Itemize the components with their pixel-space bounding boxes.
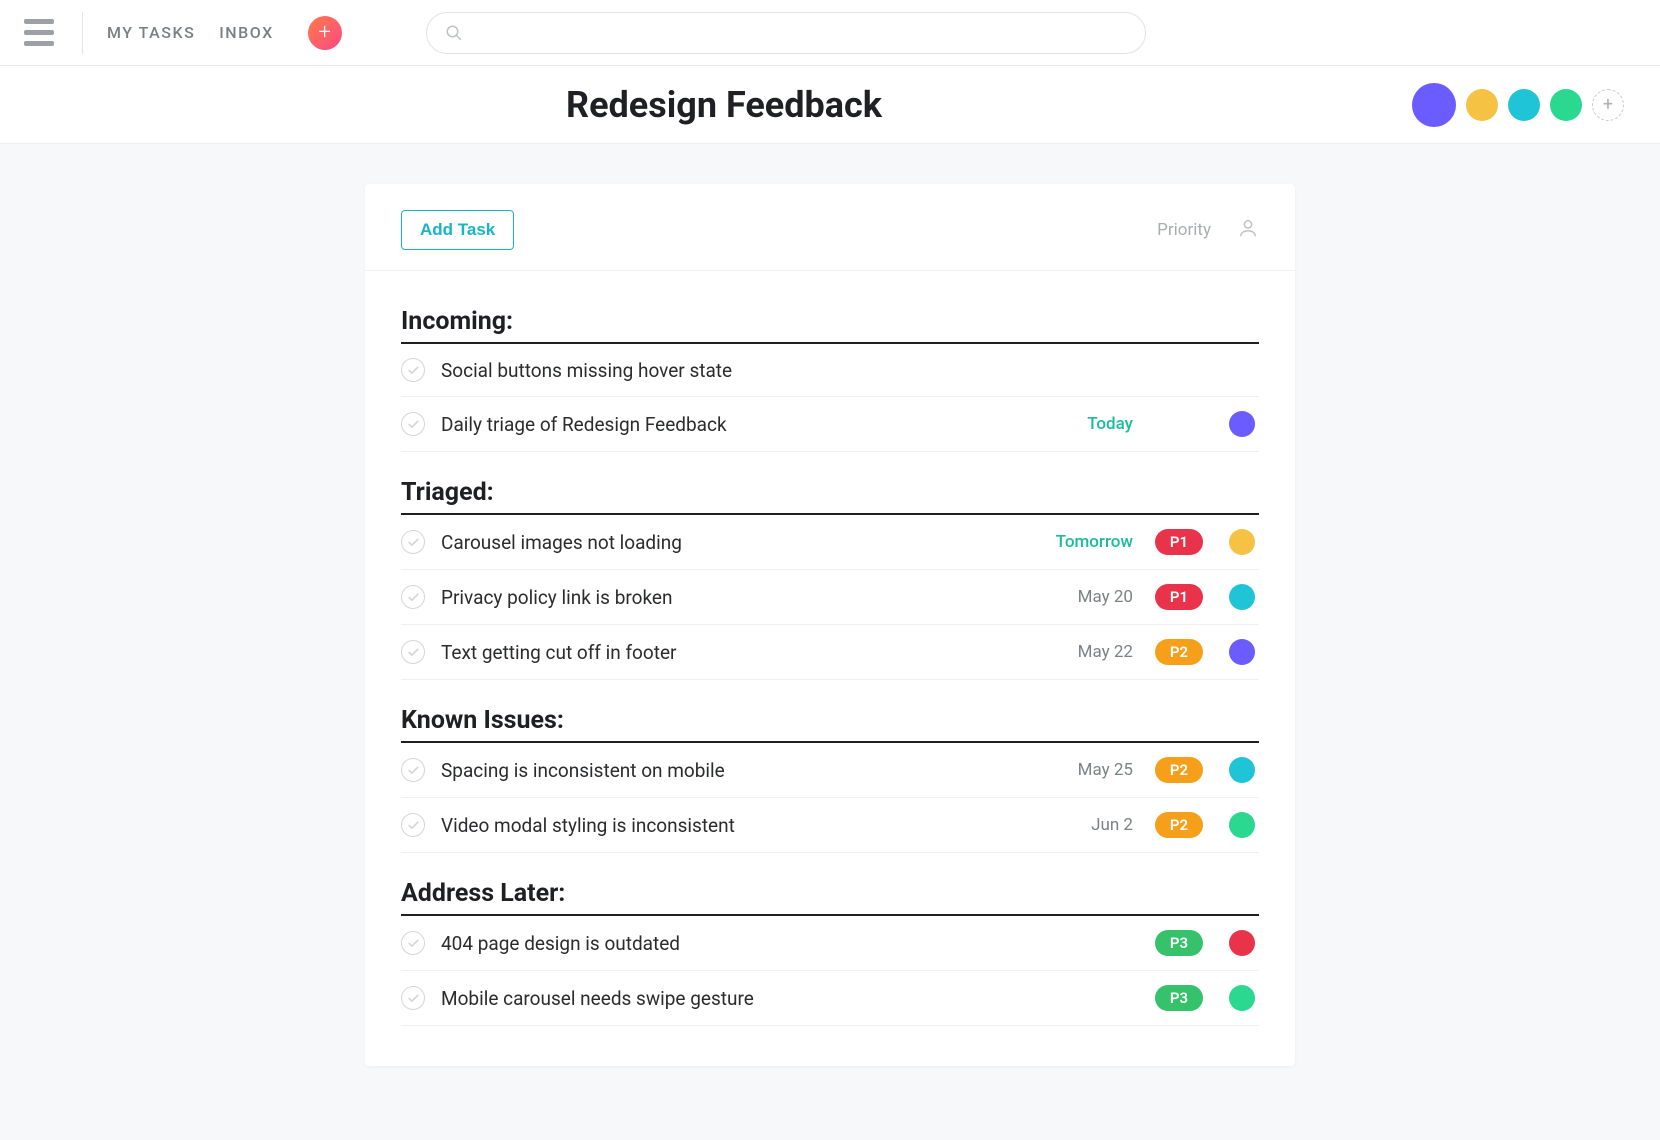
complete-checkbox[interactable]	[401, 585, 425, 609]
add-task-button[interactable]: Add Task	[401, 210, 514, 250]
complete-checkbox[interactable]	[401, 813, 425, 837]
priority-badge[interactable]: P1	[1155, 584, 1203, 610]
task-row[interactable]: Privacy policy link is broken May 20 P1	[401, 570, 1259, 625]
project-header: Redesign Feedback +	[0, 66, 1660, 144]
assignee-avatar[interactable]	[1229, 930, 1255, 956]
priority-slot: P2	[1149, 812, 1209, 838]
task-date: Tomorrow	[1023, 532, 1133, 552]
avatar[interactable]	[1466, 89, 1498, 121]
nav-inbox[interactable]: INBOX	[219, 23, 273, 42]
stage: Add Task Priority Incoming: Social button…	[0, 144, 1660, 1066]
project-members: +	[1412, 83, 1624, 127]
search-input[interactable]	[426, 12, 1146, 54]
task-title[interactable]: Text getting cut off in footer	[441, 641, 1007, 664]
assignee-avatar[interactable]	[1229, 639, 1255, 665]
search-icon	[445, 24, 463, 42]
card-toolbar: Add Task Priority	[365, 184, 1295, 271]
search-wrap	[426, 12, 1146, 54]
complete-checkbox[interactable]	[401, 758, 425, 782]
task-list-card: Add Task Priority Incoming: Social button…	[365, 184, 1295, 1066]
priority-badge[interactable]: P2	[1155, 757, 1203, 783]
task-date: May 25	[1023, 760, 1133, 780]
priority-slot: P3	[1149, 985, 1209, 1011]
task-row[interactable]: Daily triage of Redesign Feedback Today	[401, 397, 1259, 452]
divider	[82, 12, 83, 54]
priority-slot: P2	[1149, 757, 1209, 783]
toolbar-right: Priority	[1157, 217, 1259, 243]
task-date: Today	[1023, 414, 1133, 434]
complete-checkbox[interactable]	[401, 412, 425, 436]
task-title[interactable]: Spacing is inconsistent on mobile	[441, 759, 1007, 782]
add-member-button[interactable]: +	[1592, 89, 1624, 121]
task-row[interactable]: Text getting cut off in footer May 22 P2	[401, 625, 1259, 680]
task-row[interactable]: Mobile carousel needs swipe gesture P3	[401, 971, 1259, 1026]
task-row[interactable]: 404 page design is outdated P3	[401, 916, 1259, 971]
priority-badge[interactable]: P2	[1155, 639, 1203, 665]
task-title[interactable]: Privacy policy link is broken	[441, 586, 1007, 609]
task-row[interactable]: Spacing is inconsistent on mobile May 25 P…	[401, 743, 1259, 798]
task-title[interactable]: Mobile carousel needs swipe gesture	[441, 987, 1007, 1010]
sections: Incoming: Social buttons missing hover st…	[365, 271, 1295, 1066]
complete-checkbox[interactable]	[401, 530, 425, 554]
task-row[interactable]: Social buttons missing hover state	[401, 344, 1259, 397]
section-title[interactable]: Incoming:	[401, 307, 1259, 344]
priority-badge[interactable]: P3	[1155, 985, 1203, 1011]
section-title[interactable]: Known Issues:	[401, 706, 1259, 743]
assignee-slot	[1225, 985, 1259, 1011]
section-title[interactable]: Triaged:	[401, 478, 1259, 515]
assignee-avatar[interactable]	[1229, 985, 1255, 1011]
priority-badge[interactable]: P1	[1155, 529, 1203, 555]
assignee-slot	[1225, 812, 1259, 838]
task-title[interactable]: Video modal styling is inconsistent	[441, 814, 1007, 837]
priority-badge[interactable]: P3	[1155, 930, 1203, 956]
task-date: May 22	[1023, 642, 1133, 662]
assignee-avatar[interactable]	[1229, 584, 1255, 610]
complete-checkbox[interactable]	[401, 931, 425, 955]
page-title: Redesign Feedback	[36, 84, 1412, 126]
assignee-column-icon	[1237, 217, 1259, 243]
assignee-avatar[interactable]	[1229, 411, 1255, 437]
avatar[interactable]	[1412, 83, 1456, 127]
assignee-slot	[1225, 757, 1259, 783]
task-date: Jun 2	[1023, 815, 1133, 835]
priority-slot: P1	[1149, 529, 1209, 555]
menu-icon[interactable]	[20, 14, 58, 52]
task-title[interactable]: Carousel images not loading	[441, 531, 1007, 554]
plus-icon: +	[318, 20, 330, 45]
assignee-slot	[1225, 411, 1259, 437]
nav-my-tasks[interactable]: MY TASKS	[107, 23, 195, 42]
assignee-slot	[1225, 639, 1259, 665]
priority-badge[interactable]: P2	[1155, 812, 1203, 838]
complete-checkbox[interactable]	[401, 640, 425, 664]
assignee-slot	[1225, 529, 1259, 555]
avatar[interactable]	[1508, 89, 1540, 121]
assignee-avatar[interactable]	[1229, 812, 1255, 838]
top-nav: MY TASKS INBOX +	[0, 0, 1660, 66]
avatar[interactable]	[1550, 89, 1582, 121]
task-date: May 20	[1023, 587, 1133, 607]
assignee-slot	[1225, 930, 1259, 956]
assignee-slot	[1225, 584, 1259, 610]
task-title[interactable]: Social buttons missing hover state	[441, 359, 1007, 382]
complete-checkbox[interactable]	[401, 358, 425, 382]
task-title[interactable]: 404 page design is outdated	[441, 932, 1007, 955]
section-title[interactable]: Address Later:	[401, 879, 1259, 916]
priority-slot: P2	[1149, 639, 1209, 665]
assignee-avatar[interactable]	[1229, 529, 1255, 555]
priority-column-label: Priority	[1157, 220, 1211, 240]
assignee-avatar[interactable]	[1229, 757, 1255, 783]
complete-checkbox[interactable]	[401, 986, 425, 1010]
task-row[interactable]: Carousel images not loading Tomorrow P1	[401, 515, 1259, 570]
priority-slot: P1	[1149, 584, 1209, 610]
priority-slot: P3	[1149, 930, 1209, 956]
task-row[interactable]: Video modal styling is inconsistent Jun 2…	[401, 798, 1259, 853]
task-title[interactable]: Daily triage of Redesign Feedback	[441, 413, 1007, 436]
create-button[interactable]: +	[308, 16, 342, 50]
